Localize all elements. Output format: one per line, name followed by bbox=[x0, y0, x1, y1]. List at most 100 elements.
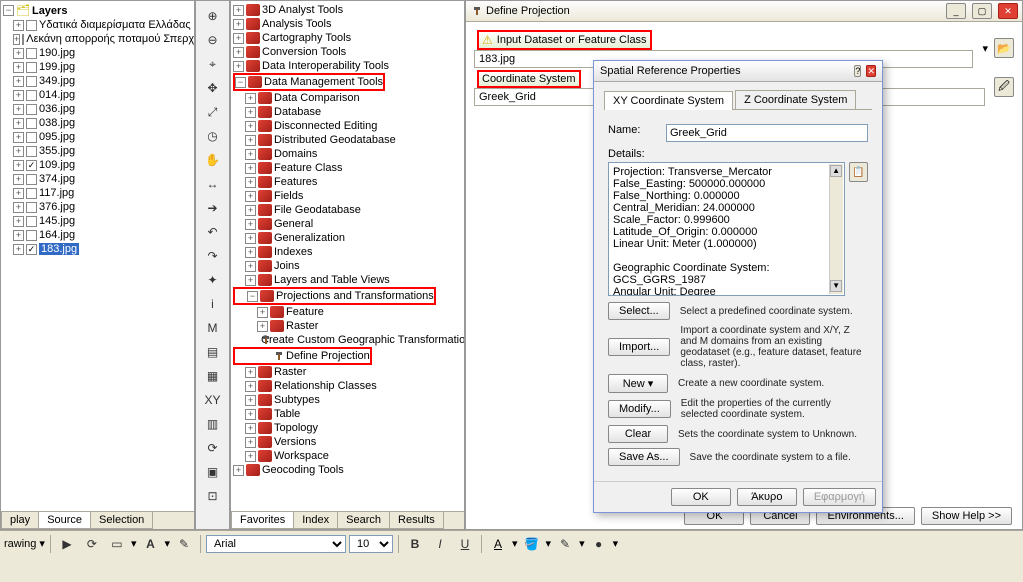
map-tool-button[interactable]: ⌖ bbox=[202, 53, 224, 75]
expand-icon[interactable]: + bbox=[13, 20, 24, 31]
toolbox-item[interactable]: +General bbox=[233, 217, 462, 231]
expand-icon[interactable]: + bbox=[257, 307, 268, 318]
restore-button[interactable]: ▢ bbox=[972, 3, 992, 19]
expand-icon[interactable]: + bbox=[245, 219, 256, 230]
expand-icon[interactable]: + bbox=[245, 409, 256, 420]
new-cs-button[interactable]: New ▾ bbox=[608, 374, 668, 393]
modify-cs-button[interactable]: Modify... bbox=[608, 400, 671, 418]
layer-checkbox[interactable] bbox=[26, 132, 37, 143]
dialog-titlebar[interactable]: Spatial Reference Properties ? ✕ bbox=[594, 61, 882, 82]
map-tool-button[interactable]: M bbox=[202, 317, 224, 339]
underline-button[interactable]: U bbox=[454, 533, 476, 555]
layer-item[interactable]: +349.jpg bbox=[13, 74, 192, 88]
map-tool-button[interactable]: ➔ bbox=[202, 197, 224, 219]
map-tool-button[interactable]: ▣ bbox=[202, 461, 224, 483]
expand-icon[interactable]: + bbox=[245, 381, 256, 392]
expand-icon[interactable]: + bbox=[13, 62, 24, 73]
expand-icon[interactable]: + bbox=[245, 233, 256, 244]
map-tool-button[interactable]: ✥ bbox=[202, 77, 224, 99]
toolbox-item[interactable]: +Table bbox=[233, 407, 462, 421]
layer-checkbox[interactable]: ✓ bbox=[26, 160, 37, 171]
browse-folder-button[interactable]: 📂 bbox=[994, 38, 1014, 58]
line-color-button[interactable]: ✎ bbox=[554, 533, 576, 555]
minimize-button[interactable]: _ bbox=[946, 3, 966, 19]
toolbox-item[interactable]: +Fields bbox=[233, 189, 462, 203]
toolbox-item[interactable]: +Joins bbox=[233, 259, 462, 273]
layer-item[interactable]: +145.jpg bbox=[13, 214, 192, 228]
map-tool-button[interactable]: ⊖ bbox=[202, 29, 224, 51]
rotate-tool[interactable]: ⟳ bbox=[81, 533, 103, 555]
layer-checkbox[interactable] bbox=[26, 188, 37, 199]
layer-item[interactable]: +376.jpg bbox=[13, 200, 192, 214]
expand-icon[interactable]: + bbox=[245, 135, 256, 146]
expand-icon[interactable]: + bbox=[13, 174, 24, 185]
expand-icon[interactable]: + bbox=[13, 34, 20, 45]
marker-color-button[interactable]: ● bbox=[588, 533, 610, 555]
expand-icon[interactable]: + bbox=[245, 261, 256, 272]
layer-item[interactable]: +199.jpg bbox=[13, 60, 192, 74]
expand-icon[interactable]: − bbox=[247, 291, 258, 302]
font-family-select[interactable]: Arial bbox=[206, 535, 346, 553]
layer-item[interactable]: +117.jpg bbox=[13, 186, 192, 200]
expand-icon[interactable]: + bbox=[13, 230, 24, 241]
toolbox-item[interactable]: +Feature Class bbox=[233, 161, 462, 175]
layer-item[interactable]: +374.jpg bbox=[13, 172, 192, 186]
expand-icon[interactable]: + bbox=[13, 188, 24, 199]
rect-tool[interactable]: ▭ bbox=[106, 533, 128, 555]
layer-checkbox[interactable] bbox=[26, 118, 37, 129]
dialog-help-button[interactable]: ? bbox=[854, 65, 861, 77]
toolbox-item[interactable]: Define Projection bbox=[233, 347, 372, 365]
dropdown-icon[interactable]: ▾ bbox=[982, 42, 988, 55]
expand-icon[interactable]: + bbox=[13, 244, 24, 255]
map-tool-button[interactable]: ↷ bbox=[202, 245, 224, 267]
expand-icon[interactable]: + bbox=[245, 149, 256, 160]
copy-details-button[interactable]: 📋 bbox=[849, 162, 868, 182]
map-tool-button[interactable]: ▥ bbox=[202, 413, 224, 435]
layer-item[interactable]: +164.jpg bbox=[13, 228, 192, 242]
tab-index[interactable]: Index bbox=[293, 512, 338, 529]
toolbox-item[interactable]: +Raster bbox=[233, 365, 462, 379]
tab-favorites[interactable]: Favorites bbox=[231, 512, 294, 529]
expand-icon[interactable]: + bbox=[233, 465, 244, 476]
italic-button[interactable]: I bbox=[429, 533, 451, 555]
map-tool-button[interactable]: i bbox=[202, 293, 224, 315]
scroll-up-icon[interactable]: ▲ bbox=[830, 165, 842, 177]
layer-checkbox[interactable] bbox=[26, 90, 37, 101]
tab-z-cs[interactable]: Z Coordinate System bbox=[735, 90, 856, 109]
layer-checkbox[interactable] bbox=[26, 216, 37, 227]
expand-icon[interactable]: + bbox=[233, 61, 244, 72]
pointer-tool[interactable]: ▶ bbox=[56, 533, 78, 555]
toolbox-item[interactable]: +Feature bbox=[233, 305, 462, 319]
map-tool-button[interactable]: ↔ bbox=[202, 173, 224, 195]
toolbox-item[interactable]: +Relationship Classes bbox=[233, 379, 462, 393]
toolbox-item[interactable]: +Subtypes bbox=[233, 393, 462, 407]
expand-icon[interactable]: + bbox=[245, 93, 256, 104]
layer-item[interactable]: +036.jpg bbox=[13, 102, 192, 116]
saveas-cs-button[interactable]: Save As... bbox=[608, 448, 680, 466]
map-tool-button[interactable]: ⊕ bbox=[202, 5, 224, 27]
toolbox-item[interactable]: +Conversion Tools bbox=[233, 45, 462, 59]
layer-item[interactable]: +095.jpg bbox=[13, 130, 192, 144]
toolbox-item[interactable]: +Topology bbox=[233, 421, 462, 435]
toolbox-item[interactable]: +Raster bbox=[233, 319, 462, 333]
toolbox-item[interactable]: +Data Interoperability Tools bbox=[233, 59, 462, 73]
select-cs-button[interactable]: Select... bbox=[608, 302, 670, 320]
tab-results[interactable]: Results bbox=[389, 512, 444, 529]
expand-icon[interactable]: + bbox=[245, 451, 256, 462]
layer-item[interactable]: +Λεκάνη απορροής ποταμού Σπερχειού bbox=[13, 32, 192, 46]
toolbox-item[interactable]: Create Custom Geographic Transformation bbox=[233, 333, 462, 347]
map-tool-button[interactable]: ▤ bbox=[202, 341, 224, 363]
expand-icon[interactable]: + bbox=[13, 118, 24, 129]
toolbox-item[interactable]: +Domains bbox=[233, 147, 462, 161]
expand-icon[interactable]: + bbox=[13, 160, 24, 171]
expand-icon[interactable]: + bbox=[13, 202, 24, 213]
expand-icon[interactable]: + bbox=[245, 177, 256, 188]
toolbox-item[interactable]: +Generalization bbox=[233, 231, 462, 245]
layers-root[interactable]: − 🗂 Layers bbox=[3, 3, 192, 18]
scroll-down-icon[interactable]: ▼ bbox=[830, 280, 842, 292]
map-tool-button[interactable]: ▦ bbox=[202, 365, 224, 387]
tab-selection[interactable]: Selection bbox=[90, 512, 153, 529]
font-size-select[interactable]: 10 bbox=[349, 535, 393, 553]
tab-xy-cs[interactable]: XY Coordinate System bbox=[604, 91, 733, 110]
expand-icon[interactable]: + bbox=[245, 191, 256, 202]
